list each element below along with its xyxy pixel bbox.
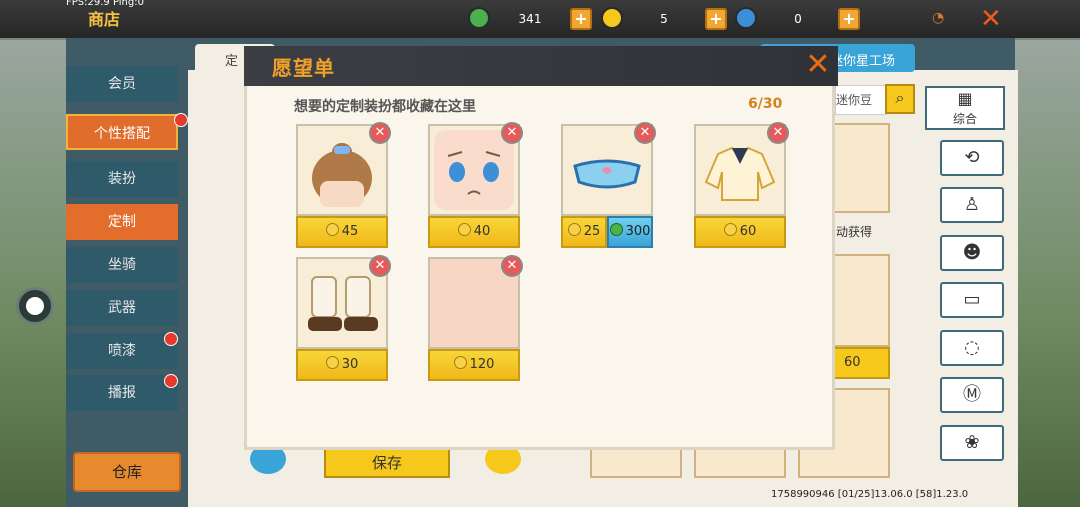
coin-icon bbox=[567, 223, 581, 236]
warehouse-button[interactable]: 仓库 bbox=[73, 452, 181, 492]
remove-item-button[interactable]: ✕ bbox=[634, 122, 656, 144]
build-info: 1758990946 [01/25]13.06.0 [58]1.23.0 bbox=[771, 489, 969, 500]
wishlist-title: 愿望单 bbox=[272, 56, 335, 80]
nav-broadcast[interactable]: 播报 bbox=[66, 375, 178, 411]
bg-item-b[interactable] bbox=[694, 448, 786, 478]
nav-personal-style[interactable]: 个性搭配 bbox=[66, 114, 178, 150]
price-value: 60 bbox=[739, 224, 757, 239]
face-icon[interactable]: ☻ bbox=[940, 235, 1004, 271]
wishlist-subtitle: 想要的定制装扮都收藏在这里 bbox=[294, 99, 476, 115]
coin-icon bbox=[325, 356, 339, 369]
coin-icon bbox=[457, 223, 471, 236]
close-shop-button[interactable]: ✕ bbox=[980, 4, 1002, 34]
outfit-icon[interactable]: ♙ bbox=[940, 187, 1004, 223]
gem-icon bbox=[609, 223, 623, 236]
search-input[interactable]: 迷你豆 bbox=[835, 85, 887, 115]
notification-dot bbox=[164, 332, 178, 346]
gem-count: 341 bbox=[518, 12, 542, 26]
price-value: 25 bbox=[583, 224, 601, 239]
coin-count: 5 bbox=[660, 12, 668, 26]
grid-icon: ▦ bbox=[957, 89, 973, 108]
game-scenery-left bbox=[0, 40, 70, 507]
gold-coin-icon bbox=[601, 7, 623, 29]
game-scenery-right bbox=[1015, 40, 1080, 507]
close-wishlist-button[interactable]: ✕ bbox=[798, 46, 838, 86]
search-icon[interactable]: ⌕ bbox=[885, 84, 915, 114]
mask-icon[interactable]: ◌ bbox=[940, 330, 1004, 366]
item-diamond-price: 300 bbox=[607, 216, 653, 248]
notification-dot bbox=[174, 113, 188, 127]
bg-item-shoes[interactable] bbox=[828, 254, 890, 347]
bg-item-face[interactable] bbox=[828, 123, 890, 213]
price-value: 300 bbox=[625, 224, 651, 239]
accessory-icon[interactable]: ❀ bbox=[940, 425, 1004, 461]
signal-icon: ◔ bbox=[932, 10, 945, 26]
category-all-label: 综合 bbox=[952, 112, 977, 126]
coin-icon bbox=[453, 356, 467, 369]
price-value: 30 bbox=[341, 357, 359, 372]
nav-weapon[interactable]: 武器 bbox=[66, 290, 178, 326]
add-gem-button[interactable]: + bbox=[570, 8, 592, 30]
bg-item-price: 60 bbox=[828, 347, 890, 379]
item-price: 25 bbox=[561, 216, 607, 248]
bg-item-a[interactable] bbox=[590, 448, 682, 478]
expression-icon[interactable]: ▭ bbox=[940, 282, 1004, 318]
item-price: 120 bbox=[428, 349, 520, 381]
price-value: 120 bbox=[469, 357, 495, 372]
shop-title: 商店 bbox=[88, 10, 121, 29]
remove-item-button[interactable]: ✕ bbox=[501, 122, 523, 144]
save-button[interactable]: 保存 bbox=[324, 448, 450, 478]
category-all-button[interactable]: ▦ 综合 bbox=[925, 86, 1005, 130]
notification-dot bbox=[164, 374, 178, 388]
star-coin-count: 0 bbox=[794, 12, 802, 26]
coin-icon bbox=[325, 223, 339, 236]
floating-menu-button[interactable] bbox=[16, 287, 54, 325]
green-gem-icon bbox=[468, 7, 490, 29]
item-price: 60 bbox=[694, 216, 786, 248]
remove-item-button[interactable]: ✕ bbox=[369, 255, 391, 277]
nav-custom[interactable]: 定制 bbox=[66, 204, 178, 240]
nav-spray[interactable]: 喷漆 bbox=[66, 333, 178, 369]
shirt-icon[interactable]: Ⓜ bbox=[940, 377, 1004, 413]
price-value: 40 bbox=[473, 224, 491, 239]
wishlist-count: 6/30 bbox=[748, 96, 783, 112]
unlock-hint: 动获得 bbox=[836, 225, 873, 239]
nav-member[interactable]: 会员 bbox=[66, 66, 178, 102]
remove-item-button[interactable]: ✕ bbox=[369, 122, 391, 144]
item-price: 40 bbox=[428, 216, 520, 248]
remove-item-button[interactable]: ✕ bbox=[767, 122, 789, 144]
item-price: 45 bbox=[296, 216, 388, 248]
item-price: 30 bbox=[296, 349, 388, 381]
remove-item-button[interactable]: ✕ bbox=[501, 255, 523, 277]
coin-icon bbox=[723, 223, 737, 236]
history-icon[interactable]: ⟲ bbox=[940, 140, 1004, 176]
add-star-coin-button[interactable]: + bbox=[838, 8, 860, 30]
blue-star-coin-icon bbox=[735, 7, 757, 29]
add-coin-button[interactable]: + bbox=[705, 8, 727, 30]
nav-mount[interactable]: 坐骑 bbox=[66, 247, 178, 283]
nav-dress-up[interactable]: 装扮 bbox=[66, 161, 178, 197]
price-value: 45 bbox=[341, 224, 359, 239]
